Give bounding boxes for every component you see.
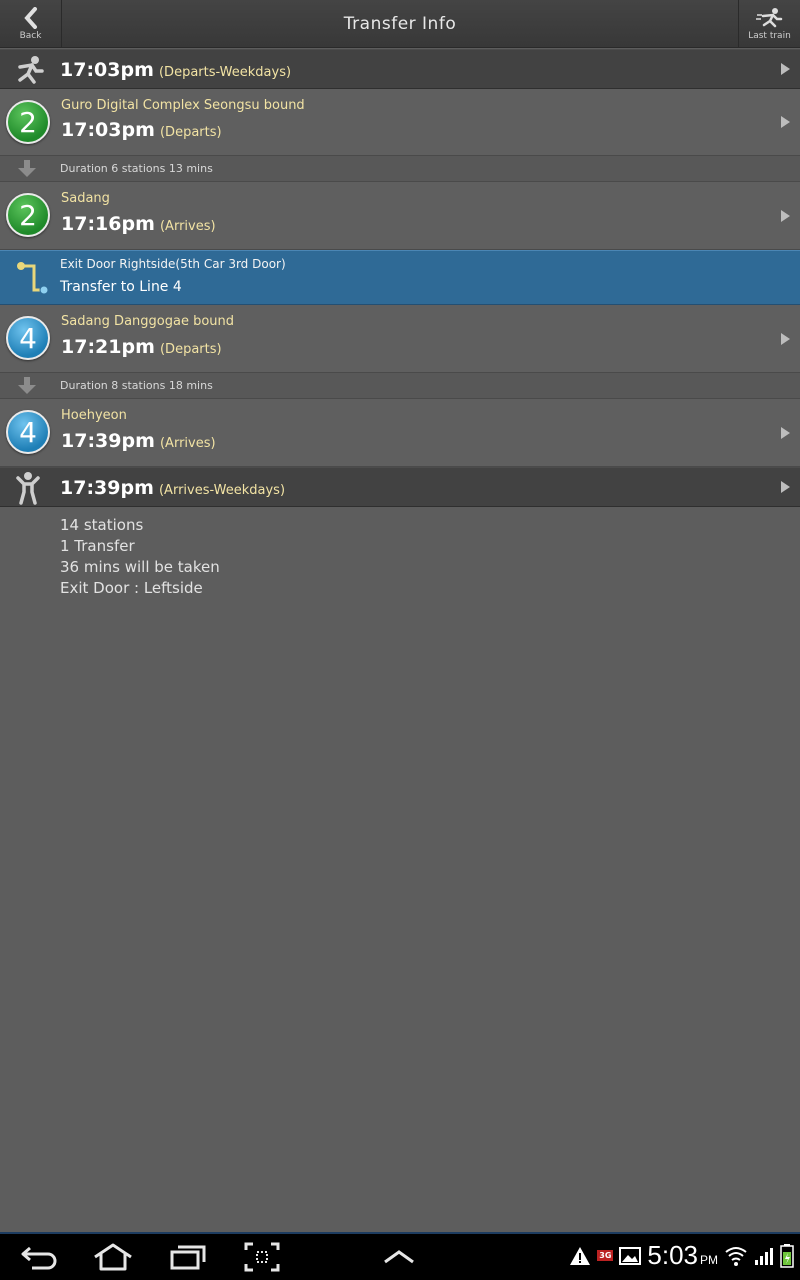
- station-note: (Arrives): [159, 436, 216, 451]
- arrival-summary-row[interactable]: 17:39pm (Arrives-Weekdays): [0, 467, 800, 507]
- arrow-down-icon: [18, 160, 36, 177]
- line-2-badge: 2: [6, 100, 50, 144]
- line-4-badge: 4: [6, 410, 50, 454]
- network-badge: 3G: [597, 1250, 614, 1261]
- chevron-right-icon: [781, 63, 790, 75]
- station-note: (Arrives): [159, 219, 216, 234]
- wifi-icon: [725, 1246, 747, 1266]
- station-note: (Departs): [159, 125, 222, 140]
- chevron-right-icon: [781, 116, 790, 128]
- summary-duration: 36 mins will be taken: [60, 558, 220, 576]
- station-row[interactable]: 2 Sadang 17:16pm (Arrives): [0, 182, 800, 250]
- gallery-icon: [619, 1246, 642, 1265]
- status-area[interactable]: 3G 5:03 PM: [569, 1240, 794, 1271]
- battery-charging-icon: [780, 1243, 794, 1268]
- departure-time: 17:03pm: [60, 59, 154, 81]
- transfer-label: Transfer to Line 4: [60, 279, 182, 295]
- app-header: Back Transfer Info Last train: [0, 0, 800, 48]
- station-name: Sadang: [61, 191, 110, 206]
- back-nav-icon[interactable]: [20, 1242, 58, 1272]
- departure-note: (Departs-Weekdays): [158, 65, 292, 80]
- running-person-icon: [10, 52, 46, 88]
- station-time: 17:21pm: [61, 336, 155, 358]
- station-note: (Departs): [159, 342, 222, 357]
- chevron-right-icon: [781, 332, 790, 345]
- chevron-right-icon: [781, 209, 790, 222]
- transfer-route-icon: [17, 262, 49, 295]
- recent-apps-icon[interactable]: [168, 1242, 208, 1272]
- station-row[interactable]: 4 Hoehyeon 17:39pm (Arrives): [0, 399, 800, 467]
- standing-person-icon: [10, 470, 46, 506]
- back-label: Back: [19, 31, 42, 41]
- system-bar: 3G 5:03 PM: [0, 1232, 800, 1280]
- summary-exit-door: Exit Door : Leftside: [60, 579, 203, 597]
- station-name: Sadang Danggogae bound: [61, 314, 235, 329]
- summary-stations: 14 stations: [60, 516, 144, 534]
- departure-summary-row[interactable]: 17:03pm (Departs-Weekdays): [0, 49, 800, 89]
- chevron-right-icon: [781, 426, 790, 439]
- station-name: Hoehyeon: [61, 408, 127, 423]
- last-train-label: Last train: [748, 31, 791, 41]
- duration-row: Duration 6 stations 13 mins: [0, 156, 800, 182]
- running-person-icon: [755, 8, 782, 28]
- transfer-row[interactable]: Exit Door Rightside(5th Car 3rd Door) Tr…: [0, 250, 800, 305]
- station-row[interactable]: 2 Guro Digital Complex Seongsu bound 17:…: [0, 89, 800, 156]
- last-train-button[interactable]: Last train: [738, 0, 800, 48]
- arrival-time: 17:39pm: [60, 477, 154, 499]
- duration-text: Duration 6 stations 13 mins: [60, 162, 213, 175]
- duration-row: Duration 8 stations 18 mins: [0, 373, 800, 399]
- signal-icon: [755, 1247, 773, 1265]
- trip-summary: 14 stations 1 Transfer 36 mins will be t…: [60, 515, 220, 599]
- screenshot-icon[interactable]: [244, 1242, 280, 1272]
- page-title: Transfer Info: [343, 14, 457, 34]
- warning-icon: [570, 1246, 591, 1265]
- chevron-right-icon: [781, 481, 790, 493]
- chevron-up-icon[interactable]: [382, 1242, 416, 1272]
- station-row[interactable]: 4 Sadang Danggogae bound 17:21pm (Depart…: [0, 305, 800, 373]
- back-button[interactable]: Back: [0, 0, 62, 48]
- arrival-note: (Arrives-Weekdays): [158, 483, 286, 498]
- line-2-badge: 2: [6, 193, 50, 237]
- exit-door-info: Exit Door Rightside(5th Car 3rd Door): [60, 257, 286, 271]
- station-time: 17:03pm: [61, 119, 155, 141]
- duration-text: Duration 8 stations 18 mins: [60, 379, 213, 392]
- home-icon[interactable]: [92, 1242, 134, 1272]
- line-4-badge: 4: [6, 316, 50, 360]
- station-name: Guro Digital Complex Seongsu bound: [61, 98, 305, 113]
- chevron-left-icon: [23, 7, 37, 29]
- status-clock: 5:03 PM: [647, 1240, 718, 1270]
- summary-transfers: 1 Transfer: [60, 537, 135, 555]
- arrow-down-icon: [18, 377, 36, 394]
- station-time: 17:39pm: [61, 430, 155, 452]
- station-time: 17:16pm: [61, 213, 155, 235]
